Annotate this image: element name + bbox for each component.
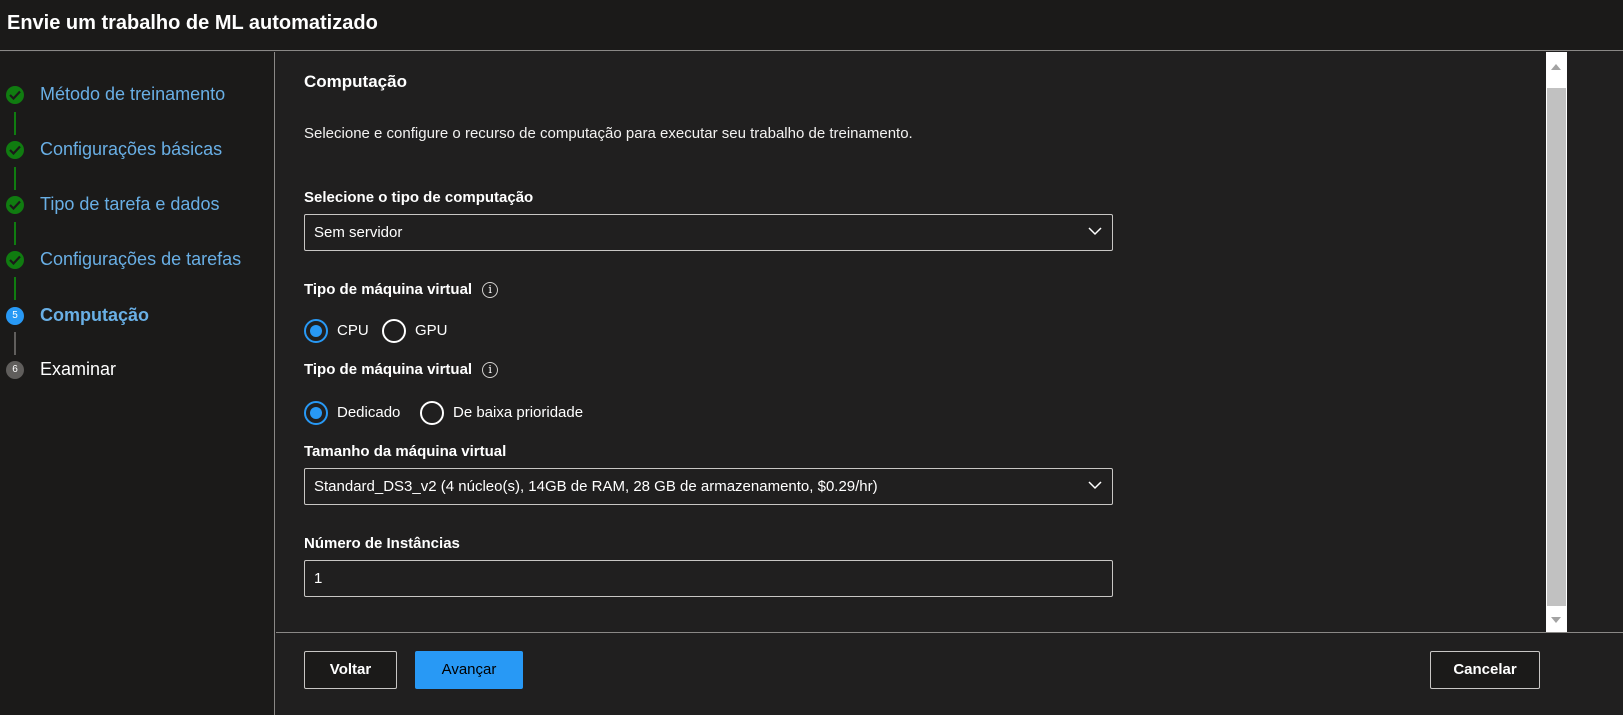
dialog-title: Envie um trabalho de ML automatizado xyxy=(7,12,378,34)
wizard-steps-sidebar: Método de treinamento Configurações bási… xyxy=(0,52,275,715)
scrollbar-thumb[interactable] xyxy=(1547,88,1566,606)
step-review[interactable]: 6 Examinar xyxy=(0,356,275,384)
cancel-button[interactable]: Cancelar xyxy=(1430,651,1540,689)
next-button[interactable]: Avançar xyxy=(415,651,523,689)
radio-circle[interactable] xyxy=(304,401,328,425)
section-title: Computação xyxy=(304,72,407,91)
compute-type-dropdown[interactable]: Sem servidor xyxy=(304,214,1113,251)
radio-circle[interactable] xyxy=(420,401,444,425)
checkmark-icon xyxy=(6,141,24,159)
step-compute[interactable]: 5 Computação xyxy=(0,302,275,330)
compute-type-label: Selecione o tipo de computação xyxy=(304,189,534,206)
step-label[interactable]: Método de treinamento xyxy=(40,84,225,105)
chevron-down-icon xyxy=(1088,481,1102,490)
radio-circle[interactable] xyxy=(382,319,406,343)
compute-type-value: Sem servidor xyxy=(314,224,403,241)
step-task-settings[interactable]: Configurações de tarefas xyxy=(0,246,275,274)
checkmark-icon xyxy=(6,196,24,214)
step-basic-settings[interactable]: Configurações básicas xyxy=(0,136,275,164)
vm-size-value: Standard_DS3_v2 (4 núcleo(s), 14GB de RA… xyxy=(314,478,878,495)
vm-type-label-row: Tipo de máquina virtual i xyxy=(304,281,499,298)
radio-label[interactable]: GPU xyxy=(415,322,448,339)
step-label[interactable]: Configurações básicas xyxy=(40,139,222,160)
dialog-footer: Voltar Avançar Cancelar xyxy=(276,632,1623,715)
info-icon[interactable]: i xyxy=(482,362,499,378)
chevron-down-icon xyxy=(1088,227,1102,236)
radio-label[interactable]: De baixa prioridade xyxy=(453,404,583,421)
vm-type-label: Tipo de máquina virtual xyxy=(304,281,473,298)
back-button[interactable]: Voltar xyxy=(304,651,397,689)
vm-size-label: Tamanho da máquina virtual xyxy=(304,443,507,460)
dialog-header: Envie um trabalho de ML automatizado xyxy=(0,0,1623,51)
vm-size-dropdown[interactable]: Standard_DS3_v2 (4 núcleo(s), 14GB de RA… xyxy=(304,468,1113,505)
radio-label[interactable]: CPU xyxy=(337,322,369,339)
instances-label: Número de Instâncias xyxy=(304,535,460,552)
checkmark-icon xyxy=(6,86,24,104)
radio-circle[interactable] xyxy=(304,319,328,343)
step-number-badge: 5 xyxy=(6,307,24,325)
vm-priority-label-row: Tipo de máquina virtual i xyxy=(304,361,499,378)
vm-priority-label: Tipo de máquina virtual xyxy=(304,361,473,378)
vertical-scrollbar[interactable] xyxy=(1546,52,1567,632)
step-label[interactable]: Tipo de tarefa e dados xyxy=(40,194,219,215)
step-label[interactable]: Configurações de tarefas xyxy=(40,249,241,270)
step-label[interactable]: Examinar xyxy=(40,359,116,380)
step-connector xyxy=(14,332,16,355)
instances-input[interactable]: 1 xyxy=(304,560,1113,597)
info-icon[interactable]: i xyxy=(482,282,499,298)
step-connector xyxy=(14,222,16,245)
scroll-up-arrow-icon[interactable] xyxy=(1551,64,1561,70)
compute-form: Computação Selecione e configure o recur… xyxy=(276,52,1546,632)
step-connector xyxy=(14,277,16,300)
section-description: Selecione e configure o recurso de compu… xyxy=(304,125,913,142)
step-number-badge: 6 xyxy=(6,361,24,379)
step-label[interactable]: Computação xyxy=(40,305,149,326)
step-training-method[interactable]: Método de treinamento xyxy=(0,81,275,109)
step-connector xyxy=(14,167,16,190)
step-connector xyxy=(14,112,16,135)
step-task-type-data[interactable]: Tipo de tarefa e dados xyxy=(0,191,275,219)
checkmark-icon xyxy=(6,251,24,269)
radio-label[interactable]: Dedicado xyxy=(337,404,400,421)
scroll-down-arrow-icon[interactable] xyxy=(1551,617,1561,623)
instances-value: 1 xyxy=(314,570,323,587)
